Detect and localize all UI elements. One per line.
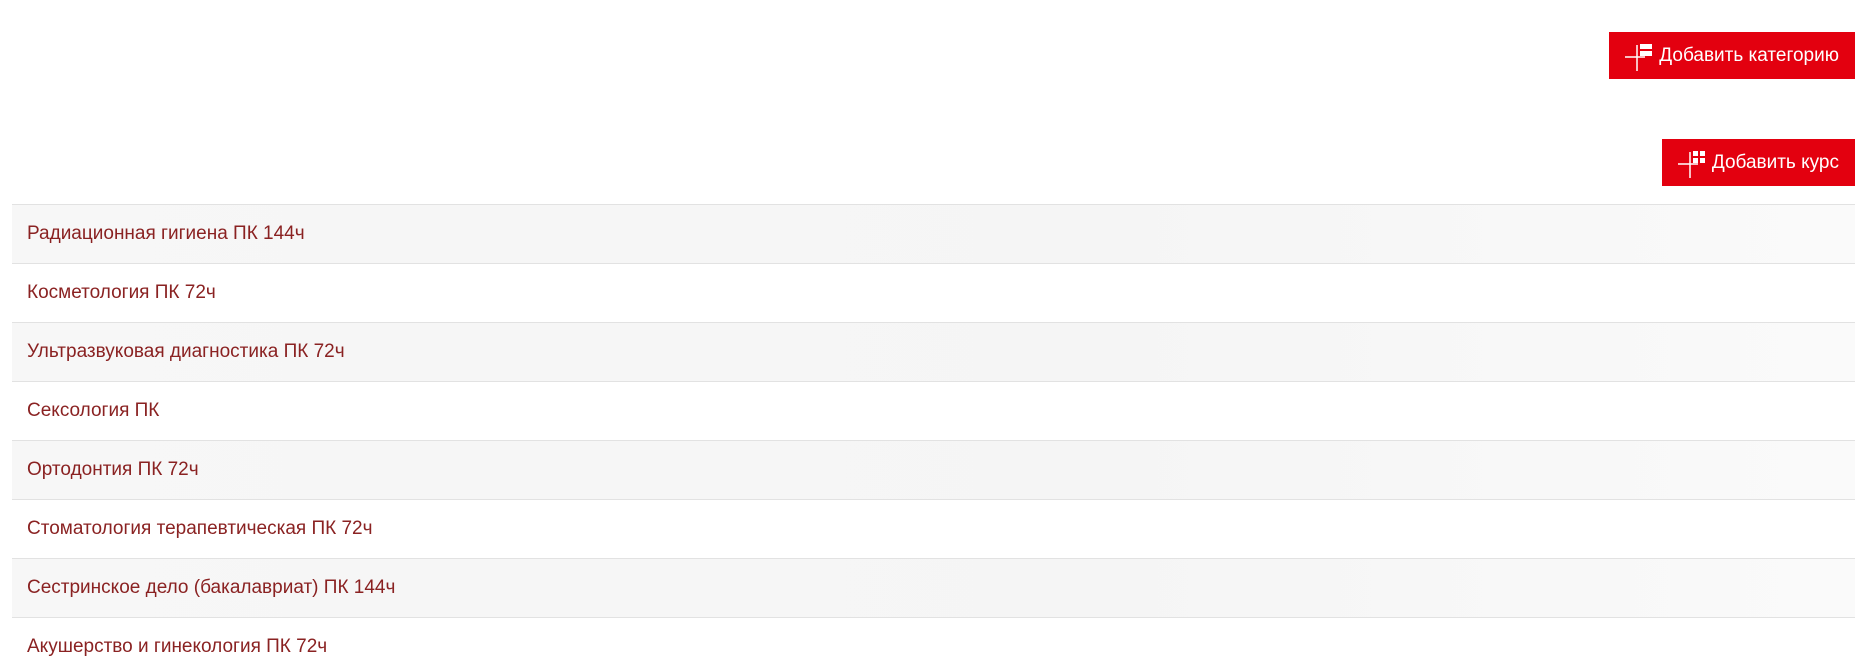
course-row[interactable]: Акушерство и гинекология ПК 72ч — [12, 618, 1855, 656]
course-admin-page: Добавить категорию Добавить курс Радиаци… — [0, 0, 1866, 656]
course-row[interactable]: Сексология ПК — [12, 382, 1855, 441]
course-title: Ортодонтия ПК 72ч — [27, 459, 199, 480]
course-title: Ультразвуковая диагностика ПК 72ч — [27, 341, 345, 362]
add-course-label: Добавить курс — [1711, 151, 1839, 173]
course-row[interactable]: Ортодонтия ПК 72ч — [12, 441, 1855, 500]
course-title: Косметология ПК 72ч — [27, 282, 216, 303]
course-title: Радиационная гигиена ПК 144ч — [27, 223, 305, 244]
course-title: Стоматология терапевтическая ПК 72ч — [27, 518, 373, 539]
course-title: Сестринское дело (бакалавриат) ПК 144ч — [27, 577, 396, 598]
course-row[interactable]: Сестринское дело (бакалавриат) ПК 144ч — [12, 559, 1855, 618]
course-list: Радиационная гигиена ПК 144ч Косметологи… — [12, 204, 1855, 656]
course-title: Акушерство и гинекология ПК 72ч — [27, 636, 328, 656]
add-category-label: Добавить категорию — [1659, 44, 1839, 66]
add-category-icon — [1625, 43, 1653, 71]
course-row[interactable]: Стоматология терапевтическая ПК 72ч — [12, 500, 1855, 559]
add-category-button[interactable]: Добавить категорию — [1609, 32, 1855, 79]
add-course-button[interactable]: Добавить курс — [1661, 139, 1855, 186]
course-title: Сексология ПК — [27, 400, 160, 421]
course-row[interactable]: Косметология ПК 72ч — [12, 264, 1855, 323]
course-row[interactable]: Ультразвуковая диагностика ПК 72ч — [12, 323, 1855, 382]
course-row[interactable]: Радиационная гигиена ПК 144ч — [12, 205, 1855, 264]
add-course-icon — [1677, 150, 1705, 178]
